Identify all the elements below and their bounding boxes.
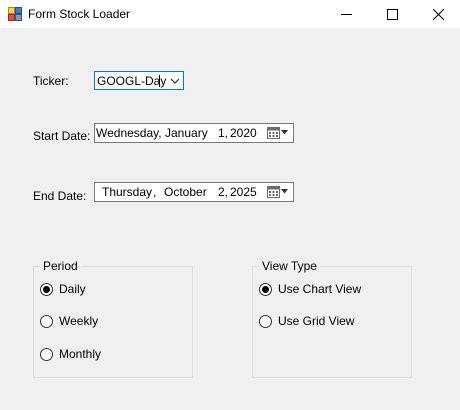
end-date-picker[interactable]: Thursday , October 2, 2025 bbox=[94, 182, 294, 202]
minimize-icon bbox=[340, 13, 352, 15]
start-date-picker[interactable]: Wednesday, January 1, 2020 bbox=[94, 123, 294, 143]
radio-monthly-label[interactable]: Monthly bbox=[59, 347, 101, 361]
chevron-down-icon[interactable] bbox=[170, 77, 180, 85]
period-groupbox: Period Daily Weekly Monthly bbox=[33, 259, 193, 378]
radio-checked-icon[interactable] bbox=[40, 282, 53, 296]
dropdown-arrow-icon[interactable] bbox=[281, 189, 288, 194]
text-caret bbox=[159, 75, 160, 87]
ticker-combobox[interactable]: GOOGL-Day bbox=[94, 71, 184, 90]
start-date-day[interactable]: 1, bbox=[218, 126, 228, 140]
radio-daily[interactable]: Daily bbox=[40, 282, 86, 296]
end-date-separator: , bbox=[153, 185, 157, 199]
radio-checked-icon[interactable] bbox=[259, 282, 272, 296]
radio-weekly[interactable]: Weekly bbox=[40, 314, 98, 328]
end-date-weekday[interactable]: Thursday bbox=[102, 185, 152, 199]
radio-weekly-label[interactable]: Weekly bbox=[59, 314, 98, 328]
radio-daily-label[interactable]: Daily bbox=[59, 282, 86, 296]
start-date-year[interactable]: 2020 bbox=[230, 126, 257, 140]
close-icon bbox=[432, 8, 444, 20]
radio-grid-view-label[interactable]: Use Grid View bbox=[278, 314, 354, 328]
view-type-groupbox: View Type Use Chart View Use Grid View bbox=[252, 259, 412, 378]
form-stock-loader-window: Form Stock Loader Ticker: GOOGL-Day Star… bbox=[0, 0, 460, 410]
end-date-month[interactable]: October bbox=[164, 185, 207, 199]
radio-unchecked-icon[interactable] bbox=[40, 347, 53, 361]
radio-unchecked-icon[interactable] bbox=[259, 314, 272, 328]
maximize-button[interactable] bbox=[369, 0, 415, 28]
radio-chart-view-label[interactable]: Use Chart View bbox=[278, 282, 361, 296]
radio-chart-view[interactable]: Use Chart View bbox=[259, 282, 361, 296]
dropdown-arrow-icon[interactable] bbox=[281, 130, 288, 135]
end-date-day[interactable]: 2, bbox=[218, 185, 228, 199]
start-date-month[interactable]: January bbox=[165, 126, 208, 140]
period-group-title: Period bbox=[40, 259, 81, 273]
calendar-icon[interactable] bbox=[267, 186, 280, 198]
end-date-label: End Date: bbox=[33, 189, 87, 203]
ticker-value: GOOGL-Day bbox=[97, 74, 167, 88]
title-bar[interactable]: Form Stock Loader bbox=[0, 0, 460, 28]
start-date-label: Start Date: bbox=[33, 129, 91, 143]
radio-monthly[interactable]: Monthly bbox=[40, 347, 101, 361]
end-date-year[interactable]: 2025 bbox=[230, 185, 257, 199]
maximize-icon bbox=[386, 8, 398, 20]
close-button[interactable] bbox=[415, 0, 460, 28]
radio-unchecked-icon[interactable] bbox=[40, 314, 53, 328]
minimize-button[interactable] bbox=[323, 0, 369, 28]
calendar-icon[interactable] bbox=[267, 127, 280, 139]
radio-grid-view[interactable]: Use Grid View bbox=[259, 314, 354, 328]
window-title: Form Stock Loader bbox=[28, 7, 131, 21]
winforms-app-icon bbox=[8, 7, 22, 21]
view-type-group-title: View Type bbox=[259, 259, 320, 273]
ticker-label: Ticker: bbox=[33, 74, 69, 88]
start-date-weekday[interactable]: Wednesday, bbox=[96, 126, 162, 140]
